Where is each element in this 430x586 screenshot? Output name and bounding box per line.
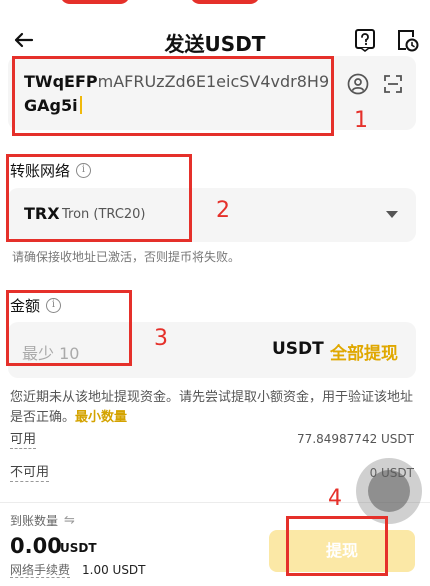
annotation-number-3: 3 bbox=[154, 326, 168, 351]
assistive-touch-button[interactable] bbox=[356, 458, 422, 524]
receive-amount-unit: USDT bbox=[60, 541, 97, 555]
address-book-icon[interactable] bbox=[346, 72, 370, 96]
network-fee-label[interactable]: 网络手续费 bbox=[10, 563, 71, 578]
network-fee-value: 1.00 USDT bbox=[82, 563, 146, 577]
receive-amount-label: 到账数量 ⇋ bbox=[10, 513, 75, 528]
history-icon[interactable] bbox=[394, 27, 420, 53]
annotation-box-4 bbox=[286, 516, 388, 576]
annotation-number-4: 4 bbox=[328, 486, 342, 511]
swap-icon[interactable]: ⇋ bbox=[64, 513, 75, 528]
available-value: 77.84987742 USDT bbox=[297, 432, 414, 446]
withdraw-all-button[interactable]: 全部提现 bbox=[330, 339, 398, 364]
scan-icon[interactable] bbox=[381, 72, 405, 96]
dropdown-caret-icon bbox=[386, 211, 398, 218]
top-decoration bbox=[60, 0, 130, 4]
assistive-touch-inner bbox=[368, 470, 410, 512]
annotation-number-1: 1 bbox=[354, 108, 368, 133]
available-label[interactable]: 可用 bbox=[10, 432, 37, 449]
annotation-number-2: 2 bbox=[216, 198, 230, 223]
annotation-box-3 bbox=[6, 290, 132, 366]
receive-amount-value: 0.00 bbox=[10, 534, 62, 558]
annotation-box-1 bbox=[12, 56, 334, 136]
amount-unit: USDT bbox=[272, 339, 324, 359]
unavailable-label[interactable]: 不可用 bbox=[10, 465, 50, 482]
header: 发送USDT bbox=[0, 24, 430, 60]
annotation-box-2 bbox=[6, 154, 192, 242]
top-decoration bbox=[190, 0, 260, 4]
help-icon[interactable] bbox=[352, 27, 378, 53]
min-amount-link[interactable]: 最小数量 bbox=[75, 410, 127, 425]
network-warning: 请确保接收地址已激活，否则提币将失败。 bbox=[12, 250, 241, 264]
verification-notice: 您近期未从该地址提现资金。请先尝试提取小额资金，用于验证该地址是否正确。最小数量 bbox=[10, 390, 414, 425]
